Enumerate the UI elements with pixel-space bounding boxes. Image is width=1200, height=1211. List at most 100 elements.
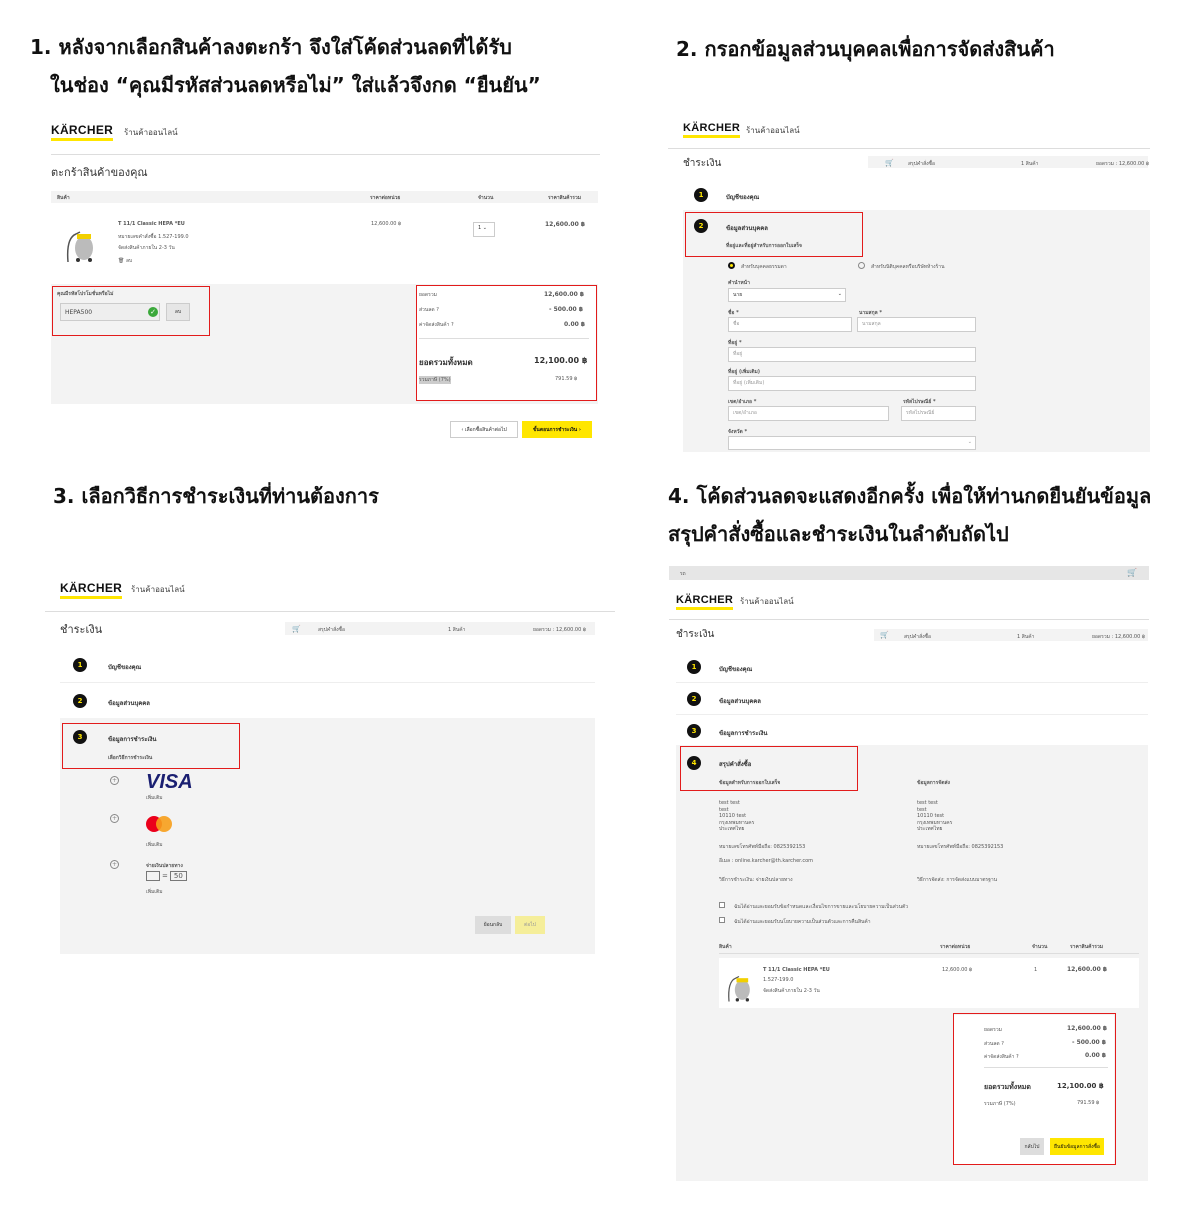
address2-input[interactable]: ที่อยู่ (เพิ่มเติม) (728, 376, 976, 391)
visa-logo[interactable]: VISA (146, 771, 193, 794)
step-3-label[interactable]: ข้อมูลการชำระเงิน (719, 728, 768, 738)
cart-icon[interactable]: 🛒 (292, 625, 301, 633)
col-total: ราคาสินค้ารวม (548, 195, 582, 201)
item-code: หมายเลขคำสั่งซื้อ 1.527-199.0 (118, 234, 189, 240)
final-summary-highlight (953, 1013, 1116, 1165)
delete-link[interactable]: 🗑 ลบ (118, 257, 132, 265)
step-1-badge: 1 (694, 188, 708, 202)
province-select[interactable]: ⌄ (728, 436, 976, 450)
topbar-text: รถ (680, 571, 686, 577)
step4-heading-line1: 4. โค้ดส่วนลดจะแสดงอีกครั้ง เพื่อให้ท่าน… (668, 484, 1152, 508)
step-1-label[interactable]: บัญชีของคุณ (719, 664, 752, 674)
karcher-logo[interactable]: KÄRCHER (60, 581, 123, 599)
business-customer-radio[interactable] (858, 262, 865, 269)
private-customer-label: สำหรับบุคคลธรรมดา (741, 264, 787, 270)
item-total: 12,600.00 ฿ (545, 221, 586, 228)
col-product: สินค้า (57, 195, 70, 201)
payment-method: วิธีการชำระเงิน: จ่ายเงินปลายทาง (719, 877, 793, 883)
cart-total: ยอดรวม : 12,600.00 ฿ (1096, 161, 1150, 167)
item-name[interactable]: T 11/1 Classic HEPA *EU (118, 221, 185, 227)
cart-icon[interactable]: 🛒 (1127, 568, 1137, 577)
terms-checkbox-2[interactable] (719, 917, 725, 923)
cart-total: ยอดรวม : 12,600.00 ฿ (1092, 634, 1146, 640)
karcher-logo[interactable]: KÄRCHER (51, 123, 114, 141)
items-count: 1 สินค้า (448, 627, 466, 633)
title-label: คำนำหน้า (728, 280, 750, 286)
step2-heading: 2. กรอกข้อมูลส่วนบุคคลเพื่อการจัดส่งสินค… (676, 37, 1055, 61)
visa-radio[interactable]: + (110, 776, 119, 785)
step-2-badge: 2 (73, 694, 87, 708)
box-icon (146, 871, 160, 881)
district-input[interactable]: เขต/อำเภอ (728, 406, 889, 421)
item-shipping: จัดส่งสินค้าภายใน 2-3 วัน (118, 245, 175, 251)
cart-icon-2[interactable]: 🛒 (880, 631, 889, 639)
shop-label[interactable]: ร้านค้าออนไลน์ (746, 124, 800, 137)
zip-input[interactable]: รหัสไปรษณีย์ (901, 406, 976, 421)
checkout-button[interactable]: ขั้นตอนการชำระเงิน › (522, 421, 592, 438)
item-unit-price: 12,600.00 ฿ (942, 967, 973, 973)
visa-more[interactable]: เพิ่มเติม (146, 794, 163, 802)
vacuum-image[interactable] (724, 964, 754, 1004)
billing-phone: หมายเลขโทรศัพท์มือถือ: 0825392153 (719, 844, 806, 850)
business-customer-label: สำหรับนิติบุคคลหรือบริษัทห้างร้าน (871, 264, 945, 270)
address-input[interactable]: ที่อยู่ (728, 347, 976, 362)
title-select[interactable]: นาย ⌄ (728, 288, 846, 302)
shop-label[interactable]: ร้านค้าออนไลน์ (131, 583, 185, 596)
item-name[interactable]: T 11/1 Classic HEPA *EU (763, 967, 830, 973)
continue-shopping-button[interactable]: ‹ เลือกซื้อสินค้าต่อไป (450, 421, 518, 438)
col-unit-price: ราคาต่อหน่วย (940, 944, 971, 950)
col-product: สินค้า (719, 944, 732, 950)
payment-highlight (62, 723, 240, 769)
cod-label: จ่ายเงินปลายทาง (146, 863, 183, 869)
step-3-badge: 3 (687, 724, 701, 738)
karcher-logo[interactable]: KÄRCHER (683, 122, 741, 138)
personal-data-panel: KÄRCHER ร้านค้าออนไลน์ ชำระเงิน 🛒 สรุปคำ… (668, 110, 1150, 452)
shipping-phone: หมายเลขโทรศัพท์มือถือ: 0825392153 (917, 844, 1004, 850)
last-name-label: นามสกุล * (859, 310, 883, 316)
step1-heading-line2: ในช่อง “คุณมีรหัสส่วนลดหรือไม่” ใส่แล้วจ… (50, 73, 541, 97)
checkout-title: ชำระเงิน (60, 623, 103, 636)
cart-panel: KÄRCHER ร้านค้าออนไลน์ ตะกร้าสินค้าของคุ… (40, 110, 610, 450)
shop-label[interactable]: ร้านค้าออนไลน์ (124, 126, 178, 139)
col-total: ราคาสินค้ารวม (1070, 944, 1104, 950)
cart-title: ตะกร้าสินค้าของคุณ (51, 166, 148, 179)
last-name-input[interactable]: นามสกุล (857, 317, 976, 332)
back-button[interactable]: ย้อนกลับ (475, 916, 511, 934)
step-1-badge: 1 (687, 660, 701, 674)
shipping-heading: ข้อมูลการจัดส่ง (917, 780, 950, 786)
step-1-badge: 1 (73, 658, 87, 672)
terms-checkbox-1[interactable] (719, 902, 725, 908)
billing-email: อีเมล : online.karcher@th.karcher.com (719, 858, 814, 864)
shop-label[interactable]: ร้านค้าออนไลน์ (740, 595, 794, 608)
step-1-label[interactable]: บัญชีของคุณ (726, 192, 759, 202)
step-2-label[interactable]: ข้อมูลส่วนบุคคล (719, 696, 761, 706)
private-customer-radio[interactable] (728, 262, 735, 269)
order-summary-link[interactable]: สรุปคำสั่งซื้อ (318, 626, 345, 634)
address2-label: ที่อยู่ (เพิ่มเติม) (728, 369, 761, 375)
item-qty: 1 (1034, 967, 1038, 973)
zip-label: รหัสไปรษณีย์ * (903, 399, 936, 405)
step-1-label[interactable]: บัญชีของคุณ (108, 662, 141, 672)
item-code: 1.527-199.0 (763, 977, 794, 983)
checkout-title: ชำระเงิน (676, 629, 715, 640)
cod-radio[interactable]: + (110, 860, 119, 869)
items-count: 1 สินค้า (1021, 161, 1039, 167)
order-summary-panel: รถ 🛒 KÄRCHER ร้านค้าออนไลน์ ชำระเงิน 🛒 ส… (664, 560, 1154, 1185)
province-label: จังหวัด * (728, 429, 748, 435)
vacuum-image[interactable] (62, 218, 98, 264)
karcher-logo[interactable]: KÄRCHER (676, 594, 734, 610)
mastercard-radio[interactable]: + (110, 814, 119, 823)
col-qty: จำนวน (1032, 944, 1048, 950)
mastercard-more[interactable]: เพิ่มเติม (146, 841, 163, 849)
step-2-label[interactable]: ข้อมูลส่วนบุคคล (108, 698, 150, 708)
mastercard-logo[interactable] (145, 815, 173, 833)
order-summary-link[interactable]: สรุปคำสั่งซื้อ (904, 633, 931, 641)
order-summary-link[interactable]: สรุปคำสั่งซื้อ (908, 160, 935, 168)
cod-more[interactable]: เพิ่มเติม (146, 888, 163, 896)
col-qty: จำนวน (478, 195, 494, 201)
cart-total: ยอดรวม : 12,600.00 ฿ (533, 627, 587, 633)
first-name-input[interactable]: ชื่อ (728, 317, 852, 332)
next-button[interactable]: ต่อไป (515, 916, 545, 934)
cart-icon[interactable]: 🛒 (885, 159, 894, 167)
qty-select[interactable]: 1 ⌄ (473, 222, 495, 237)
